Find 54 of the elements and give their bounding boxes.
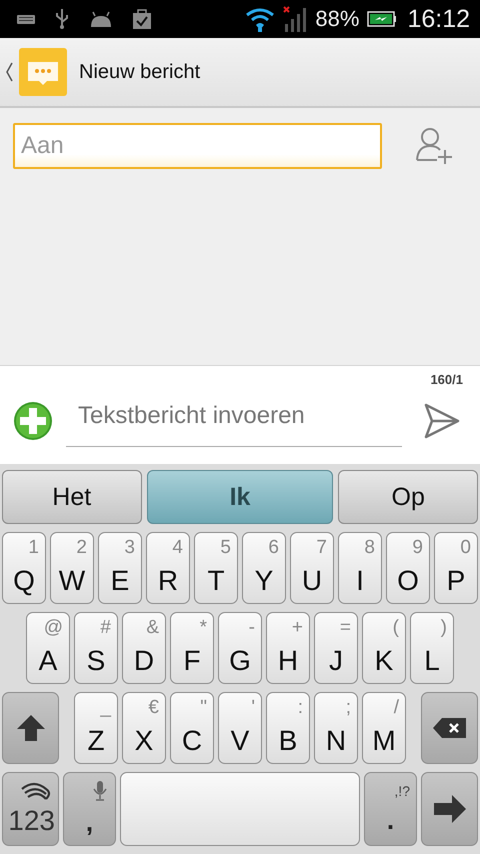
keyboard-key[interactable]: _ Z [74, 692, 118, 764]
keyboard-key[interactable]: ' V [218, 692, 262, 764]
keyboard-key[interactable]: 4 R [146, 532, 190, 604]
keyboard-key[interactable]: @ A [26, 612, 70, 684]
keyboard-key[interactable]: - G [218, 612, 262, 684]
keyboard-key[interactable]: € X [122, 692, 166, 764]
keyboard-key[interactable]: 9 O [386, 532, 430, 604]
keyboard-key[interactable]: 6 Y [242, 532, 286, 604]
suggestion[interactable]: Het [2, 470, 142, 524]
keyboard-key[interactable]: 5 T [194, 532, 238, 604]
keyboard-key[interactable]: : B [266, 692, 310, 764]
send-icon[interactable] [424, 403, 460, 439]
keyboard-key[interactable]: / M [362, 692, 406, 764]
battery-icon [367, 11, 398, 27]
battery-percentage: 88% [315, 6, 360, 32]
wifi-icon [245, 6, 276, 32]
keyboard-key[interactable]: 7 U [290, 532, 334, 604]
microphone-icon [93, 780, 107, 800]
comma-key-label[interactable]: , [86, 806, 94, 838]
keyboard-key[interactable]: & D [122, 612, 166, 684]
keyboard-key[interactable]: 2 W [50, 532, 94, 604]
keyboard-key[interactable]: ; N [314, 692, 358, 764]
keyboard-key[interactable]: ) L [410, 612, 454, 684]
shift-icon[interactable] [14, 713, 46, 743]
keyboard-key[interactable]: " C [170, 692, 214, 764]
keyboard-key[interactable]: ( K [362, 612, 406, 684]
keyboard-key[interactable]: 8 I [338, 532, 382, 604]
character-counter: 160/1 [429, 371, 464, 387]
clipboard-check-icon [132, 8, 152, 30]
backspace-icon[interactable] [432, 716, 467, 740]
keyboard-key[interactable]: * F [170, 612, 214, 684]
attach-plus-icon[interactable] [13, 401, 53, 441]
suggestion[interactable]: Op [338, 470, 478, 524]
period-key-label[interactable]: . [386, 804, 394, 836]
clock: 16:12 [407, 4, 470, 34]
keyboard-key[interactable]: + H [266, 612, 310, 684]
signal-icon [283, 6, 308, 32]
add-contact-icon[interactable] [415, 126, 455, 166]
keyboard-key[interactable]: 0 P [434, 532, 478, 604]
keyboard-key[interactable]: 1 Q [2, 532, 46, 604]
message-field[interactable]: Tekstbericht invoeren [66, 395, 402, 447]
keyboard-icon [17, 12, 35, 26]
keyboard-key[interactable]: = J [314, 612, 358, 684]
right-arrow-icon[interactable] [432, 793, 468, 825]
suggestion[interactable]: Ik [146, 470, 334, 524]
back-icon[interactable] [5, 62, 14, 82]
keyboard-key[interactable]: # S [74, 612, 118, 684]
keyboard-key[interactable]: 3 E [98, 532, 142, 604]
punctuation-hint: ,!? [394, 782, 410, 798]
recipient-field[interactable]: Aan [13, 123, 382, 169]
screen-title: Nieuw bericht [79, 60, 200, 84]
space-bar[interactable] [120, 772, 360, 846]
usb-icon [54, 8, 70, 30]
android-icon [89, 10, 113, 28]
